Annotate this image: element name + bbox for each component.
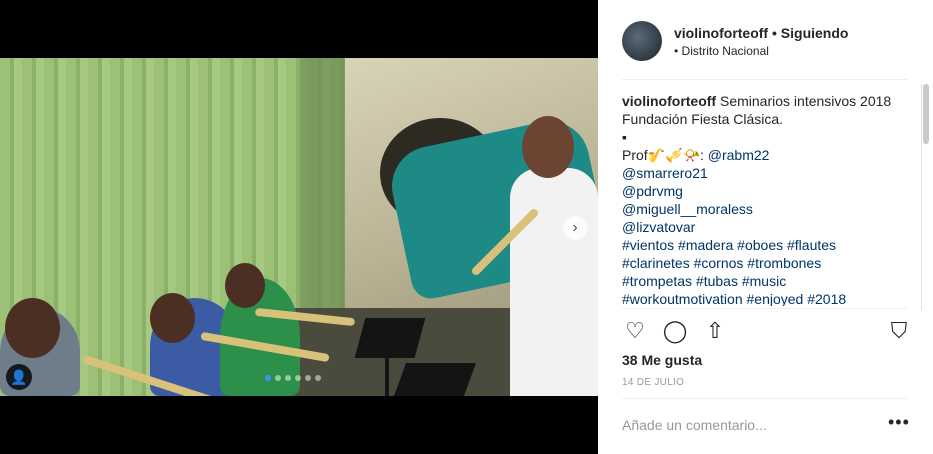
mention-link[interactable]: @lizvatovar [622,219,695,235]
caption-scrollbar[interactable] [921,84,929,310]
carousel-dots [265,375,321,381]
post-sidebar: violinoforteoff • Siguiendo • Distrito N… [598,0,933,454]
caption-divider [622,308,908,309]
hashtag-line[interactable]: #trompetas #tubas #music [622,273,786,289]
user-icon: 👤 [10,369,28,385]
comment-divider [622,398,908,399]
carousel-dot[interactable] [265,375,271,381]
comment-input[interactable] [622,415,862,435]
post-date[interactable]: 14 DE JULIO [622,377,684,388]
username-link[interactable]: violinoforteoff [674,25,768,41]
mention-link[interactable]: @rabm22 [708,147,770,163]
follow-status-button[interactable]: Siguiendo [781,25,849,41]
carousel-next-button[interactable]: › [563,216,587,240]
share-icon[interactable]: ⇧ [702,318,728,344]
location-line: • Distrito Nacional [674,44,769,58]
carousel-dot[interactable] [315,375,321,381]
hashtag-line[interactable]: #vientos #madera #oboes #flautes [622,237,836,253]
post-header: violinoforteoff • Siguiendo • Distrito N… [598,0,933,80]
mention-link[interactable]: @miguell__moraless [622,201,753,217]
hashtag-line[interactable]: #clarinetes #cornos #trombones [622,255,821,271]
caption-prof-label: Prof🎷🎺📯: [622,147,708,163]
action-bar: ♡ ◯ ⇧ ⛉ [622,318,912,344]
header-divider [622,79,908,80]
carousel-dot[interactable] [275,375,281,381]
post-username-line: violinoforteoff • Siguiendo [674,25,849,41]
carousel-dot[interactable] [295,375,301,381]
chevron-right-icon: › [572,219,578,236]
location-link[interactable]: Distrito Nacional [682,44,769,58]
more-options-icon[interactable]: ••• [888,412,910,433]
caption-bullet: ▪ [622,129,627,145]
carousel-dot[interactable] [285,375,291,381]
caption-author[interactable]: violinoforteoff [622,93,716,109]
hashtag-line[interactable]: #workoutmotivation #enjoyed #2018 [622,291,846,306]
carousel-dot[interactable] [305,375,311,381]
post-photo[interactable] [0,58,598,396]
heart-icon[interactable]: ♡ [622,318,648,344]
caption: violinoforteoff Seminarios intensivos 20… [622,92,912,306]
mention-link[interactable]: @pdrvmg [622,183,683,199]
bookmark-icon[interactable]: ⛉ [886,318,912,344]
tagged-users-button[interactable]: 👤 [6,364,32,390]
post-media: › 👤 [0,0,598,454]
like-count[interactable]: 38 Me gusta [622,352,702,368]
avatar[interactable] [622,21,662,61]
scrollbar-thumb[interactable] [923,84,929,144]
mention-link[interactable]: @smarrero21 [622,165,708,181]
comment-icon[interactable]: ◯ [662,318,688,344]
